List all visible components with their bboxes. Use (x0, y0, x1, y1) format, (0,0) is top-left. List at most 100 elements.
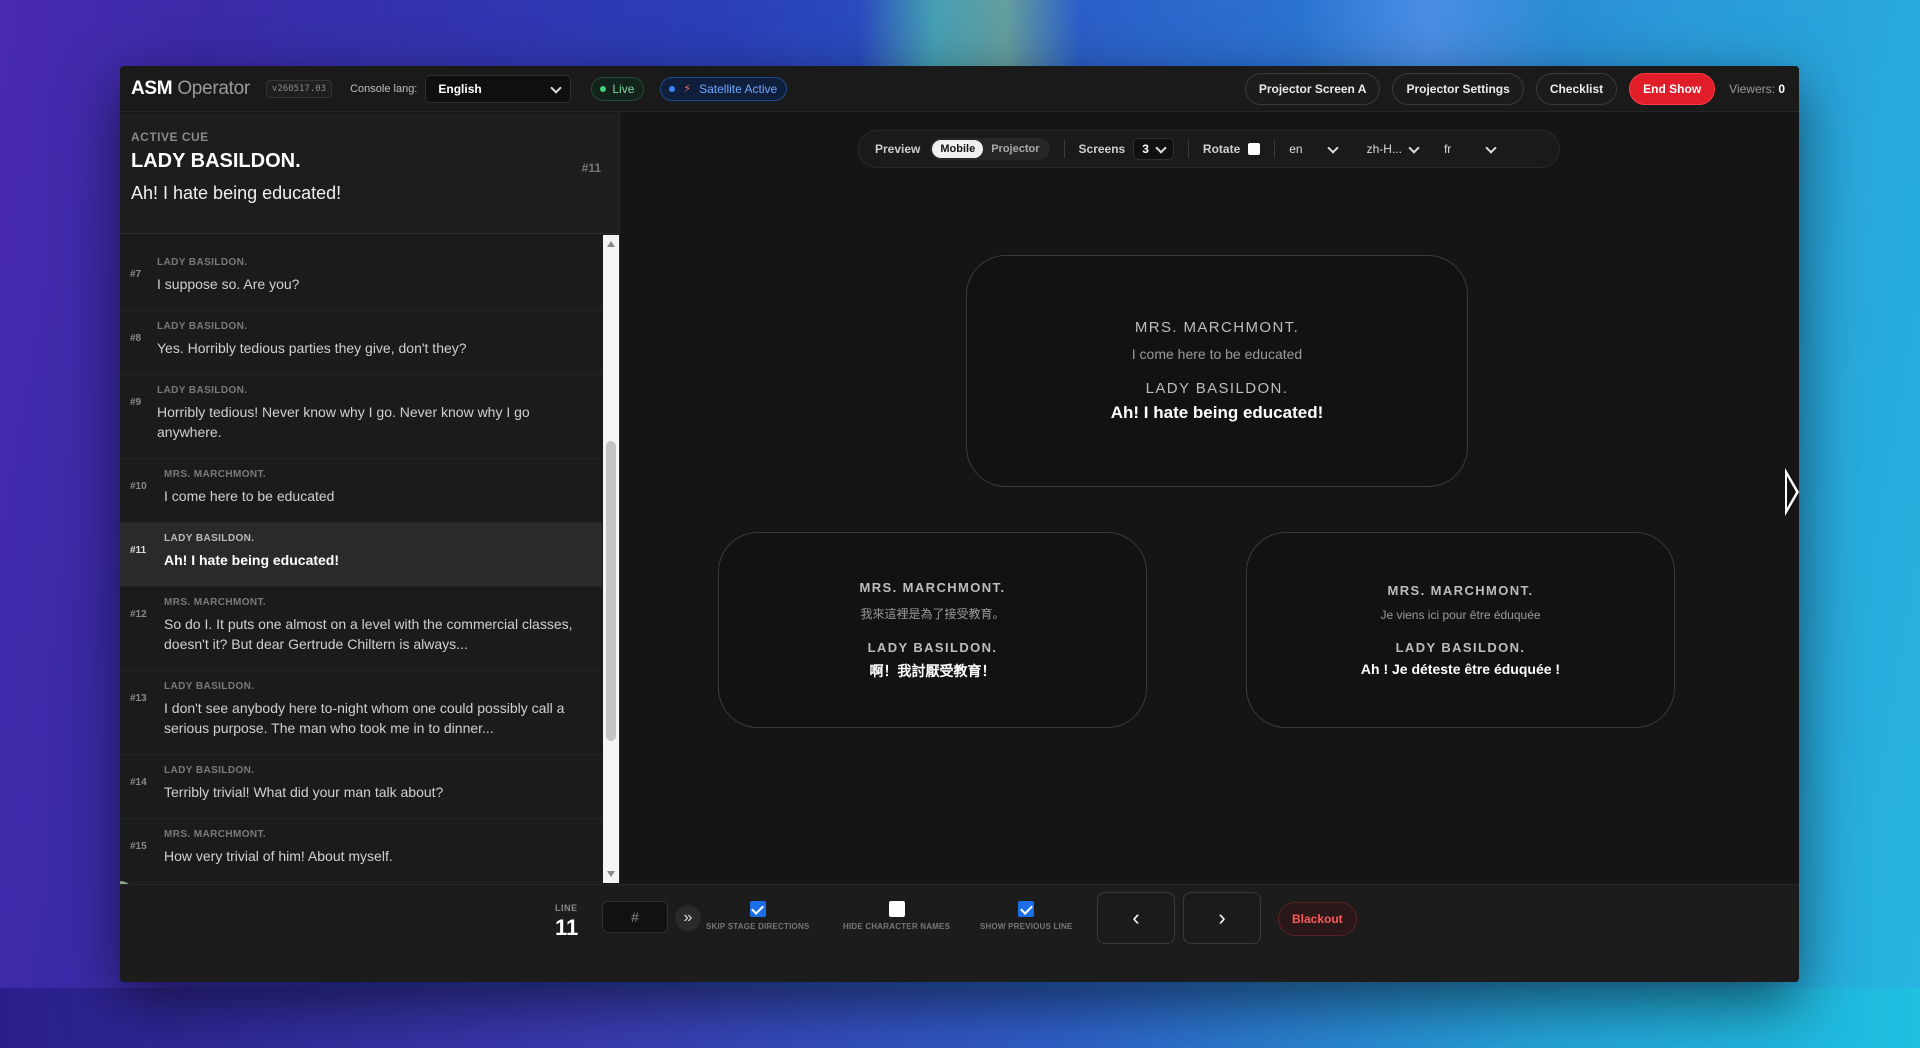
cue-character: MRS. MARCHMONT. (164, 469, 267, 480)
cue-number: #7 (130, 269, 142, 280)
active-cue-line: Ah! I hate being educated! (131, 183, 342, 203)
cue-text: Horribly tedious! Never know why I go. N… (157, 404, 530, 440)
line-number: 11 (555, 915, 579, 940)
scroll-down-icon[interactable] (607, 871, 615, 877)
screen-prev-character: MRS. MARCHMONT. (859, 579, 1006, 595)
projector-settings-button[interactable]: Projector Settings (1392, 72, 1524, 105)
cue-character: MRS. MARCHMONT. (164, 829, 267, 840)
skip-stage-directions-checkbox[interactable] (749, 901, 766, 917)
cue-number: #14 (130, 777, 147, 788)
cue-number: #8 (130, 333, 142, 344)
console-lang-label: Console lang: (350, 82, 418, 95)
cue-character: LADY BASILDON. (157, 321, 248, 332)
screen-preview-fr: MRS. MARCHMONT. Je viens ici pour être é… (1246, 532, 1675, 728)
cue-character: LADY BASILDON. (157, 257, 248, 268)
lang-value: zh-H... (1366, 142, 1402, 156)
lang-select-3[interactable]: fr (1444, 142, 1497, 156)
mouse-cursor-icon (1785, 468, 1799, 516)
show-previous-line-option[interactable]: SHOW PREVIOUS LINE (980, 901, 1073, 931)
rotate-label: Rotate (1202, 142, 1241, 156)
cue-number: #11 (130, 545, 147, 556)
cue-row[interactable]: #7 LADY BASILDON. I suppose so. Are you? (120, 247, 602, 311)
bolt-icon: ⚡ (683, 83, 692, 95)
screen-current-line: Ah! I hate being educated! (1110, 403, 1324, 422)
preview-toolbar: Preview Mobile Projector Screens 3 Rotat… (858, 130, 1560, 168)
version-badge: v260517.03 (265, 79, 333, 98)
screens-select[interactable]: 3 (1133, 138, 1174, 160)
hide-character-names-checkbox[interactable] (888, 901, 905, 917)
bottom-control-bar: LINE 11 # » SKIP STAGE DIRECTIONS HIDE C… (120, 884, 1799, 982)
divider (1063, 140, 1065, 158)
brand-light: Operator (177, 77, 250, 99)
show-previous-line-checkbox[interactable] (1018, 901, 1035, 917)
hide-character-names-option[interactable]: HIDE CHARACTER NAMES (843, 901, 950, 931)
cue-number: #9 (130, 397, 142, 408)
projector-screen-button[interactable]: Projector Screen A (1244, 72, 1381, 105)
chevron-down-icon (1408, 143, 1420, 155)
skip-stage-directions-option[interactable]: SKIP STAGE DIRECTIONS (706, 901, 809, 931)
screen-prev-line: Je viens ici pour être éduquée (1380, 608, 1541, 622)
line-label: LINE (555, 903, 578, 913)
lang-value: en (1289, 142, 1303, 156)
divider (1274, 140, 1276, 158)
skip-stage-directions-label: SKIP STAGE DIRECTIONS (706, 922, 810, 931)
screen-prev-character: MRS. MARCHMONT. (1387, 583, 1534, 598)
next-cue-button[interactable]: › (1183, 892, 1261, 944)
jump-line-input[interactable]: # (602, 901, 668, 933)
screen-current-character: LADY BASILDON. (1395, 640, 1526, 655)
screen-prev-character: MRS. MARCHMONT. (1134, 319, 1300, 336)
viewers-label: Viewers: (1729, 81, 1775, 96)
cue-row[interactable]: #13 LADY BASILDON. I don't see anybody h… (120, 671, 602, 755)
lang-select-1[interactable]: en (1289, 142, 1338, 156)
viewers-number: 0 (1778, 81, 1785, 96)
screen-prev-line: I come here to be educated (1131, 346, 1303, 362)
previous-cue-button[interactable]: ‹ (1097, 892, 1175, 944)
chevron-down-icon (550, 83, 562, 95)
chevron-down-icon (1485, 143, 1497, 155)
cue-text: I don't see anybody here to-night whom o… (164, 700, 565, 736)
checklist-button[interactable]: Checklist (1535, 72, 1618, 105)
screens-value: 3 (1142, 142, 1149, 156)
screen-current-character: LADY BASILDON. (1145, 380, 1289, 397)
cue-row[interactable]: #10 MRS. MARCHMONT. I come here to be ed… (120, 459, 602, 523)
cue-panel: ACTIVE CUE LADY BASILDON. #11 Ah! I hate… (120, 113, 620, 883)
viewers-count: Viewers: 0 (1729, 82, 1785, 96)
preview-label: Preview (875, 142, 921, 156)
end-show-button[interactable]: End Show (1629, 72, 1716, 105)
cue-row[interactable]: #9 LADY BASILDON. Horribly tedious! Neve… (120, 375, 602, 459)
chevron-down-icon (1327, 143, 1339, 155)
rotate-checkbox[interactable] (1248, 143, 1261, 155)
console-lang-select[interactable]: English (425, 74, 572, 103)
divider (1187, 140, 1189, 158)
active-cue-number: #11 (581, 161, 601, 175)
cue-row[interactable]: #12 MRS. MARCHMONT. So do I. It puts one… (120, 587, 602, 671)
blackout-button[interactable]: Blackout (1278, 902, 1357, 936)
mode-projector-button[interactable]: Projector (983, 140, 1047, 158)
cue-character: LADY BASILDON. (164, 533, 255, 544)
scroll-up-icon[interactable] (607, 241, 615, 247)
double-chevron-right-icon[interactable]: » (675, 905, 701, 931)
cue-text: Terribly trivial! What did your man talk… (164, 784, 444, 800)
screen-prev-line: 我來這裡是為了接受教育。 (860, 606, 1005, 621)
satellite-dot-icon (669, 85, 676, 92)
cue-character: LADY BASILDON. (164, 765, 255, 776)
cue-row[interactable]: #14 LADY BASILDON. Terribly trivial! Wha… (120, 755, 602, 819)
brand: ASM Operator (131, 78, 250, 100)
cue-number: #12 (130, 609, 147, 620)
live-indicator: Live (591, 76, 645, 101)
cue-character: LADY BASILDON. (164, 681, 255, 692)
scroll-thumb[interactable] (606, 441, 616, 741)
cue-row[interactable]: #15 MRS. MARCHMONT. How very trivial of … (120, 819, 602, 883)
active-cue-card: ACTIVE CUE LADY BASILDON. #11 Ah! I hate… (120, 113, 619, 234)
cue-row-active[interactable]: #11 LADY BASILDON. Ah! I hate being educ… (120, 523, 602, 587)
live-dot-icon (600, 85, 607, 92)
lang-select-2[interactable]: zh-H... (1367, 142, 1420, 156)
lang-value: fr (1443, 142, 1452, 156)
cue-row[interactable]: #8 LADY BASILDON. Yes. Horribly tedious … (120, 311, 602, 375)
app-window: ASM Operator v260517.03 Console lang: En… (120, 66, 1799, 982)
cue-list-scrollbar[interactable] (603, 235, 619, 883)
mode-mobile-button[interactable]: Mobile (932, 140, 984, 158)
show-previous-line-label: SHOW PREVIOUS LINE (980, 922, 1073, 931)
hide-character-names-label: HIDE CHARACTER NAMES (843, 922, 951, 931)
cue-character: MRS. MARCHMONT. (164, 597, 267, 608)
